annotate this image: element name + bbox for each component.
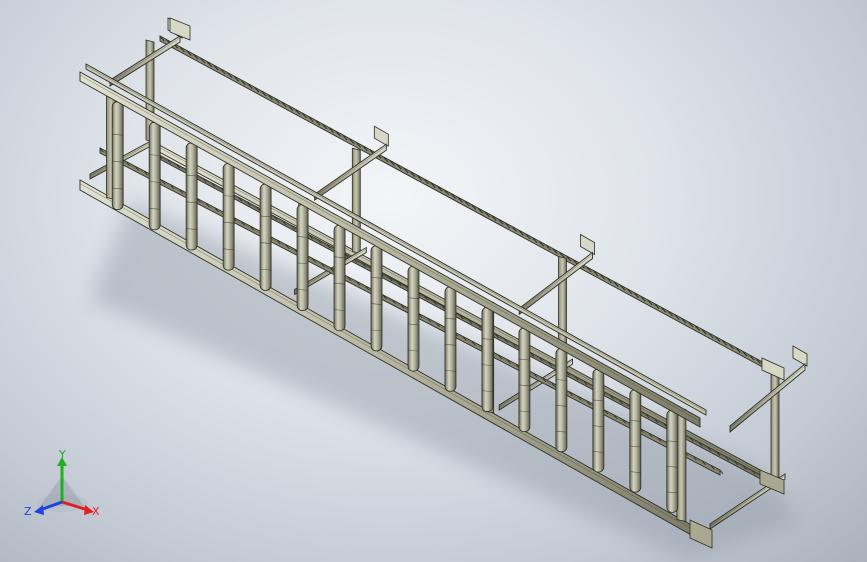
roller-14: [629, 389, 642, 493]
roller-5: [296, 204, 309, 311]
roller-8: [407, 265, 420, 372]
roller-6: [333, 224, 346, 332]
top-cross-member-3-edge: [729, 365, 806, 429]
view-orientation-triad[interactable]: Y X Z: [22, 448, 106, 526]
roller-0: [111, 101, 124, 211]
mount-bracket-3: [792, 345, 808, 367]
conveyor-frame-model[interactable]: [0, 0, 867, 562]
mount-bracket-2: [580, 233, 595, 256]
z-axis-label: Z: [24, 505, 32, 518]
roller-12: [555, 348, 568, 453]
y-axis-label: Y: [58, 448, 66, 461]
top-cross-member-0: [109, 35, 181, 87]
top-cross-member-0-edge: [109, 37, 181, 83]
back-post-3: [770, 367, 780, 481]
top-cross-member-2: [518, 251, 593, 316]
roller-2: [185, 142, 198, 251]
roller-1: [148, 121, 161, 231]
roller-7: [370, 245, 383, 352]
top-cross-member-3: [729, 363, 806, 433]
roller-13: [592, 368, 605, 473]
roller-15: [666, 409, 679, 513]
roller-3: [222, 163, 235, 271]
top-cross-member-2-edge: [519, 254, 593, 311]
mount-bracket-1: [373, 125, 389, 147]
roller-4: [259, 183, 272, 291]
roller-11: [518, 327, 531, 433]
front-post-3: [676, 407, 687, 522]
top-cross-member-1-edge: [314, 146, 387, 197]
roller-9: [444, 286, 457, 392]
graphics-viewport[interactable]: Y X Z: [0, 0, 867, 562]
top-cross-member-1: [314, 143, 387, 202]
x-axis-label: X: [92, 505, 100, 518]
roller-10: [481, 306, 494, 412]
